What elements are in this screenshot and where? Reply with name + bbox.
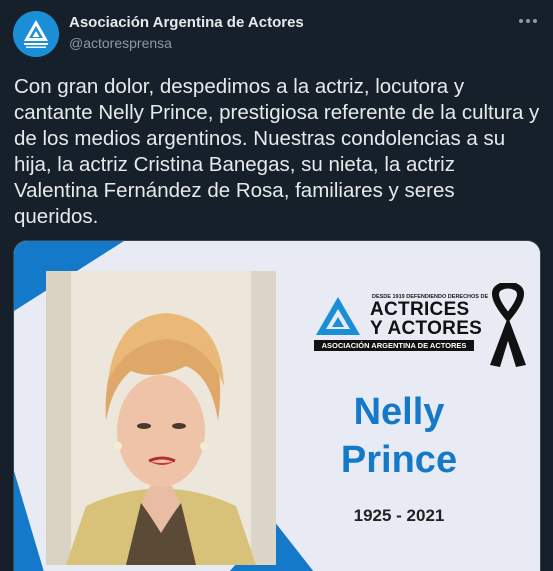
more-options-button[interactable]: [515, 8, 541, 34]
tweet: Asociación Argentina de Actores @actores…: [0, 0, 553, 571]
logo-bar: ASOCIACIÓN ARGENTINA DE ACTORES: [314, 340, 474, 351]
mourning-ribbon-icon: [490, 283, 526, 367]
life-years: 1925 - 2021: [353, 506, 445, 525]
avatar[interactable]: [13, 11, 59, 57]
logo-line-2: Y ACTORES: [370, 318, 483, 339]
tweet-text: Con gran dolor, despedimos a la actriz, …: [14, 75, 540, 228]
portrait-photo: [46, 271, 276, 565]
association-logo-icon: [13, 11, 59, 57]
tweet-image[interactable]: DESDE 1919 DEFENDIENDO DERECHOS DE ACTRI…: [13, 240, 541, 571]
more-horizontal-icon: [518, 19, 539, 23]
person-first-name: Nelly: [353, 391, 445, 433]
account-handle[interactable]: @actoresprensa: [69, 35, 172, 51]
person-last-name: Prince: [340, 439, 458, 481]
account-name[interactable]: Asociación Argentina de Actores: [69, 14, 304, 31]
